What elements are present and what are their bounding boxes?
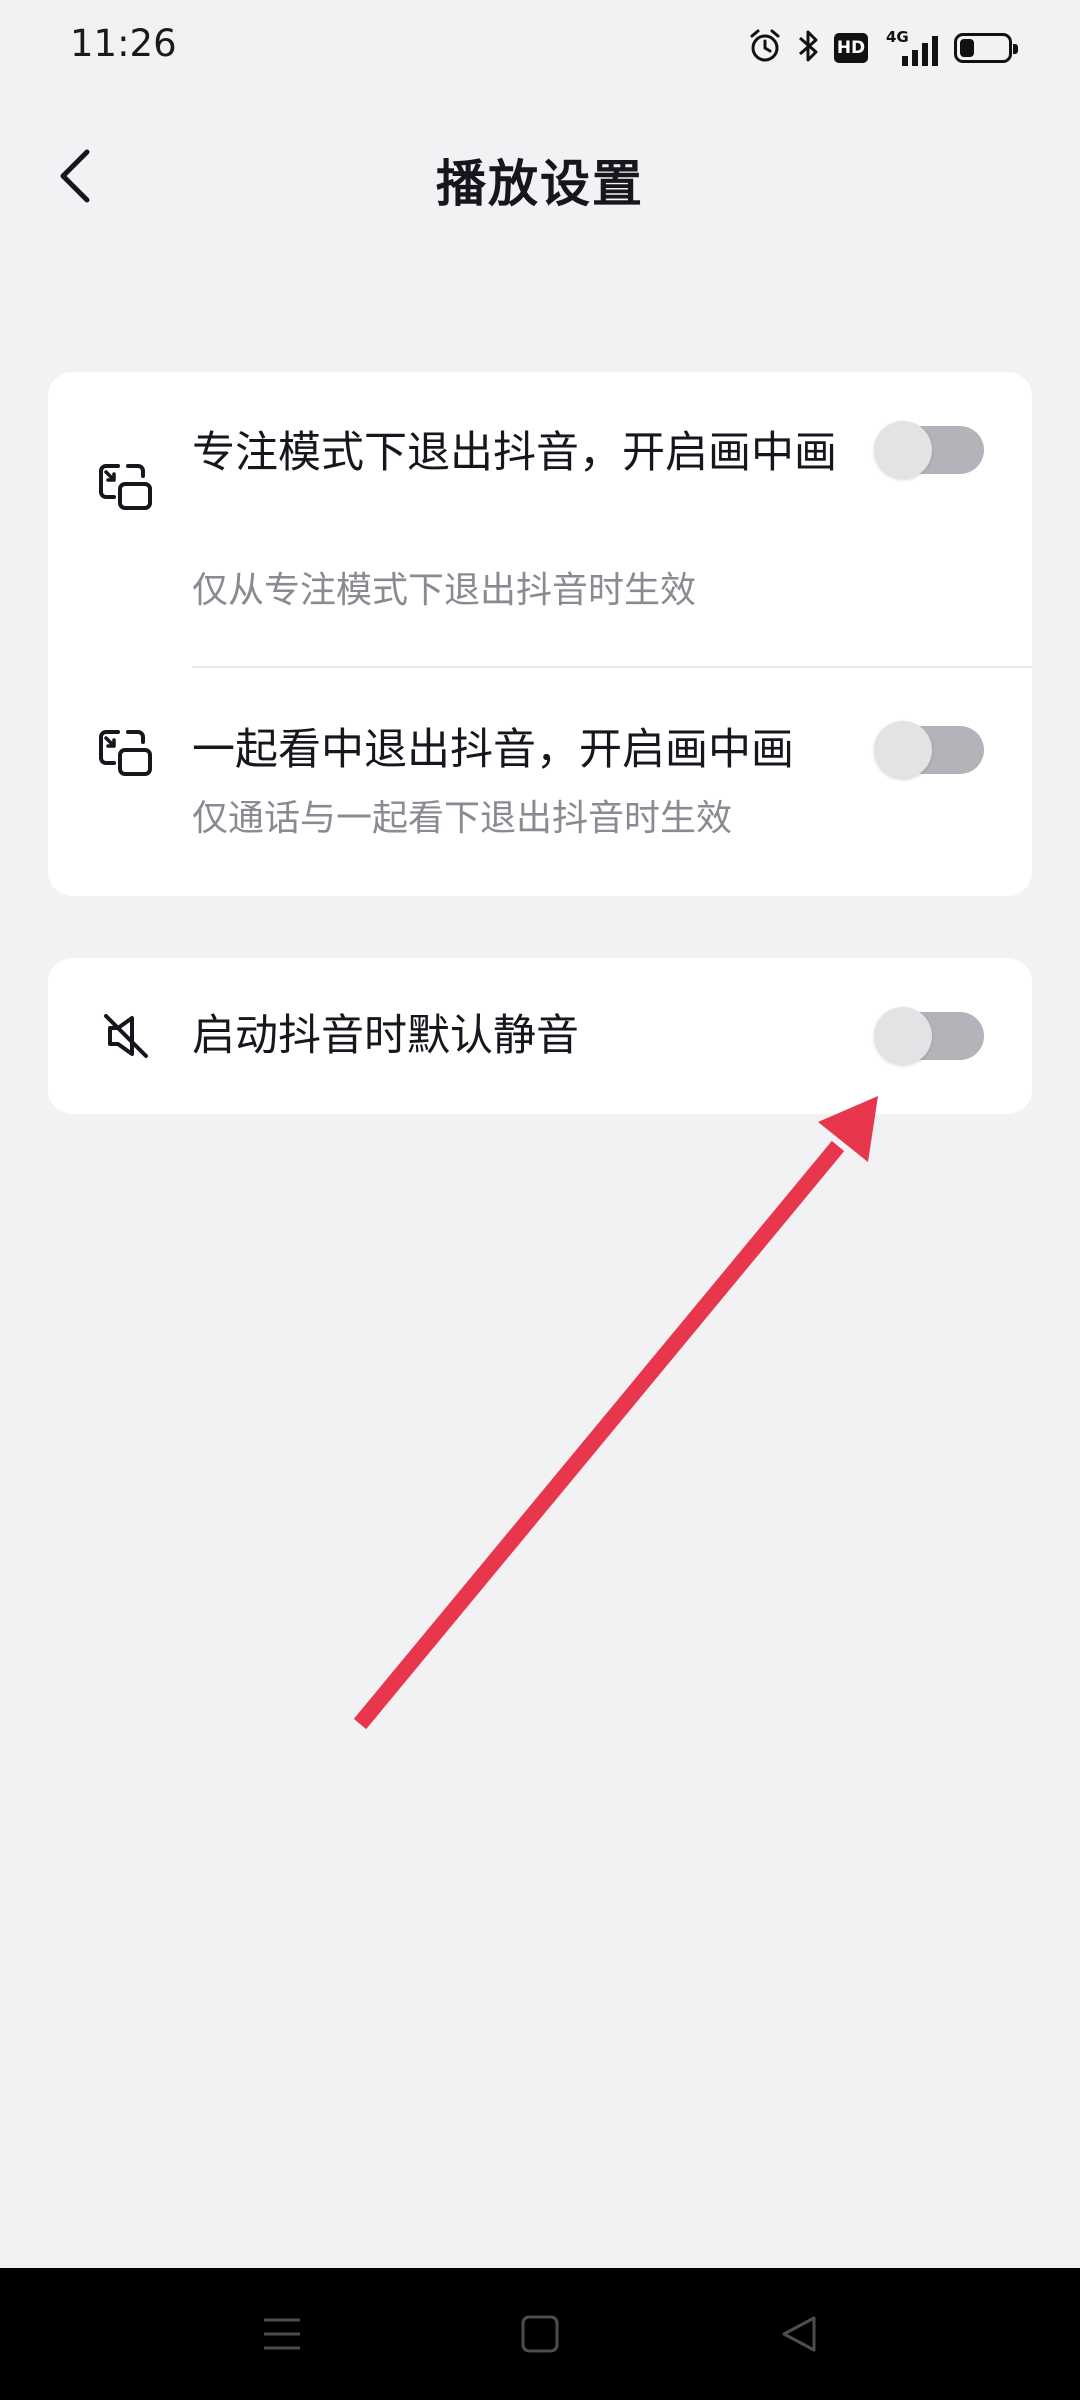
- status-icons: HD 4G: [734, 26, 1018, 70]
- alarm-icon: [748, 28, 782, 68]
- status-bar: 11:26 HD 4G: [0, 0, 1080, 96]
- back-nav-button[interactable]: [758, 2298, 838, 2370]
- setting-row-focus-pip[interactable]: 专注模式下退出抖音，开启画中画 仅从专注模式下退出抖音时生效: [48, 372, 1032, 666]
- back-triangle-icon: [782, 2316, 816, 2352]
- settings-card-mute: 启动抖音时默认静音: [48, 958, 1032, 1114]
- page-title: 播放设置: [436, 155, 644, 213]
- bluetooth-icon: [796, 28, 820, 68]
- setting-subtitle: 仅从专注模式下退出抖音时生效: [192, 570, 697, 611]
- status-time: 11:26: [70, 22, 177, 65]
- setting-title: 一起看中退出抖音，开启画中画: [192, 725, 794, 775]
- battery-icon: [954, 33, 1018, 63]
- picture-in-picture-icon: [96, 458, 156, 518]
- hd-icon: HD: [834, 33, 868, 63]
- setting-subtitle: 仅通话与一起看下退出抖音时生效: [192, 798, 733, 839]
- toggle-knob: [874, 721, 932, 779]
- navigation-bar: [0, 2268, 1080, 2400]
- signal-4g-icon: 4G: [882, 28, 940, 68]
- toggle-knob: [874, 421, 932, 479]
- setting-row-default-mute[interactable]: 启动抖音时默认静音: [48, 958, 1032, 1114]
- toggle-together-pip[interactable]: [874, 721, 984, 779]
- menu-button[interactable]: [242, 2298, 322, 2370]
- picture-in-picture-icon: [96, 724, 156, 784]
- home-icon: [521, 2315, 559, 2353]
- mute-icon: [96, 1006, 156, 1066]
- toggle-default-mute[interactable]: [874, 1007, 984, 1065]
- battery-level: [960, 39, 974, 57]
- header: 播放设置: [0, 110, 1080, 240]
- screen: 11:26 HD 4G 播放设置 专注模式下退出抖音，开启画中画 仅从专注模式下…: [0, 0, 1080, 2400]
- toggle-knob: [874, 1007, 932, 1065]
- home-button[interactable]: [500, 2298, 580, 2370]
- toggle-focus-pip[interactable]: [874, 421, 984, 479]
- setting-title: 专注模式下退出抖音，开启画中画: [192, 428, 837, 478]
- setting-row-together-pip[interactable]: 一起看中退出抖音，开启画中画 仅通话与一起看下退出抖音时生效: [48, 668, 1032, 896]
- settings-card-pip: 专注模式下退出抖音，开启画中画 仅从专注模式下退出抖音时生效 一起看中退出抖音，…: [48, 372, 1032, 896]
- annotation-arrow: [353, 1096, 878, 1730]
- setting-title: 启动抖音时默认静音: [192, 1011, 579, 1061]
- menu-icon: [264, 2318, 300, 2350]
